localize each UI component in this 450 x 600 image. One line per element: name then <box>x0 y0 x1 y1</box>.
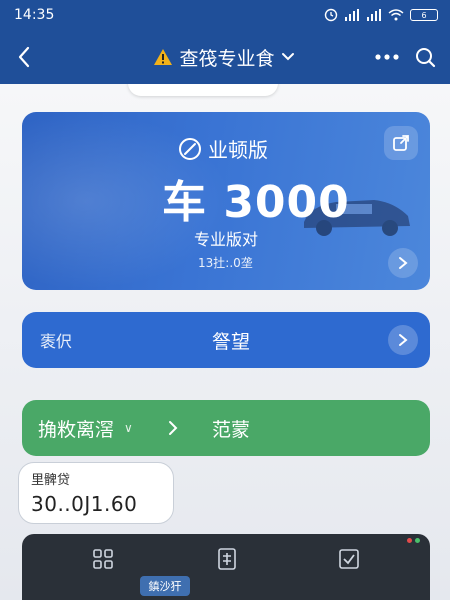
page-title: 查筏专业食 <box>179 47 275 70</box>
blue-row-next-button[interactable] <box>388 325 418 355</box>
speed-icon <box>179 137 201 160</box>
battery-icon: 6 <box>410 9 438 21</box>
green-row-value: 范蒙 <box>212 418 251 441</box>
share-button[interactable] <box>384 126 418 160</box>
hero-value: 车 3000 <box>162 177 350 228</box>
green-row-label: 捔敉离滘 <box>38 418 115 441</box>
more-icon[interactable] <box>374 53 400 61</box>
calculator-icon <box>218 548 236 570</box>
battery-level: 6 <box>421 10 427 20</box>
hero-next-button[interactable] <box>388 248 418 278</box>
nav-bar: 查筏专业食 <box>0 30 450 84</box>
blue-row-label: 袠伬 <box>40 332 73 351</box>
grid-icon <box>93 549 113 569</box>
blue-row-value: 詧望 <box>212 330 251 353</box>
chevron-right-icon <box>399 257 408 269</box>
external-link-icon <box>393 135 409 151</box>
blue-row[interactable]: 袠伬 詧望 <box>22 312 430 368</box>
pill-label: 里髀贷 <box>31 473 71 488</box>
status-icons: 6 <box>324 8 438 22</box>
chevron-down-icon <box>281 53 294 61</box>
alarm-icon <box>324 8 338 22</box>
chevron-left-icon <box>18 46 30 68</box>
warning-icon <box>154 49 173 65</box>
signal-2-icon <box>367 9 381 21</box>
check-box-icon <box>339 549 359 569</box>
chevron-right-icon <box>399 334 408 346</box>
hero-badge: 业顿版 <box>178 134 268 163</box>
calculator-button[interactable] <box>214 546 240 572</box>
status-bar: 14:35 6 <box>0 0 450 30</box>
nav-actions <box>374 46 450 68</box>
window-dots <box>407 538 420 543</box>
search-icon[interactable] <box>414 46 436 68</box>
pill-value: 30..0J1.60 <box>31 492 138 516</box>
green-row-small: ∨ <box>124 421 133 435</box>
dot-green <box>415 538 420 543</box>
hero-subtitle: 专业版对 <box>194 230 259 249</box>
grid-button[interactable] <box>90 546 116 572</box>
hero-meta: 13扗:.0垄 <box>198 256 253 270</box>
chevron-right-icon <box>169 421 178 435</box>
hero-card[interactable]: 业顿版 车 3000 专业版对 13扗:.0垄 <box>22 112 430 290</box>
wifi-icon <box>388 9 404 21</box>
status-time: 14:35 <box>14 7 55 23</box>
content-area: 业顿版 车 3000 专业版对 13扗:.0垄 袠伬 詧望 捔敉离滘 ∨ 范蒙 … <box>0 84 450 600</box>
signal-icon <box>345 9 359 21</box>
dot-red <box>407 538 412 543</box>
nav-title-dropdown[interactable]: 查筏专业食 <box>74 44 374 71</box>
bottom-tag: 鎮沙犴 <box>140 576 190 596</box>
bottom-toolbar: 鎮沙犴 <box>22 534 430 600</box>
top-pill[interactable] <box>128 84 278 96</box>
info-pill-card[interactable]: 里髀贷 30..0J1.60 <box>18 462 174 524</box>
check-box-button[interactable] <box>336 546 362 572</box>
hero-badge-label: 业顿版 <box>208 138 268 162</box>
green-row[interactable]: 捔敉离滘 ∨ 范蒙 <box>22 400 430 456</box>
back-button[interactable] <box>0 30 48 84</box>
